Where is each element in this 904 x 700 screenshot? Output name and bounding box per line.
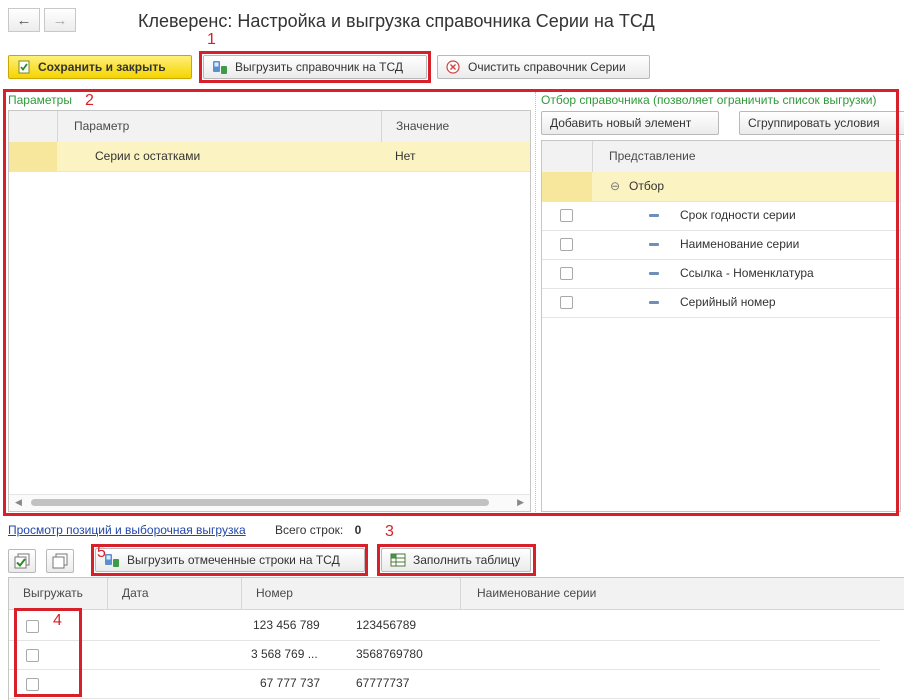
uncheck-all-icon	[52, 553, 68, 569]
total-rows-value: 0	[354, 523, 362, 537]
upload-catalog-button[interactable]: Выгрузить справочник на ТСД	[203, 55, 427, 79]
row-series-name: 3568769780	[356, 647, 423, 661]
filter-label: Отбор справочника (позволяет ограничить …	[541, 93, 877, 107]
add-element-label: Добавить новый элемент	[550, 116, 692, 130]
scroll-right-icon[interactable]: ▶	[517, 497, 524, 508]
column-header-date: Дата	[107, 578, 241, 609]
upload-device-icon	[213, 61, 227, 74]
filter-item-checkbox[interactable]	[560, 209, 573, 222]
filter-item-checkbox[interactable]	[560, 267, 573, 280]
annotation-number-5: 5	[97, 544, 106, 561]
fill-table-button[interactable]: Заполнить таблицу	[381, 548, 531, 572]
row-series-name: 123456789	[356, 618, 417, 632]
row-upload-checkbox[interactable]	[26, 649, 39, 662]
clear-icon	[446, 60, 460, 74]
save-doc-icon	[18, 60, 30, 74]
row-upload-checkbox[interactable]	[26, 678, 39, 691]
filter-item-row[interactable]: Ссылка - Номенклатура	[542, 259, 900, 289]
save-close-label: Сохранить и закрыть	[38, 60, 166, 74]
annotation-number-2: 2	[85, 92, 94, 109]
condition-dash-icon	[649, 214, 659, 217]
params-label: Параметры	[8, 93, 72, 107]
table-row[interactable]: 3 568 769 ... 3568769780	[9, 640, 880, 670]
param-name: Серии с остатками	[95, 149, 201, 163]
panel-splitter[interactable]	[535, 92, 537, 512]
clear-catalog-label: Очистить справочник Серии	[468, 60, 626, 74]
column-header-number: Номер	[241, 578, 460, 609]
filter-item-label: Серийный номер	[680, 295, 776, 309]
table-row[interactable]: 67 777 737 67777737	[9, 669, 880, 699]
filter-item-checkbox[interactable]	[560, 296, 573, 309]
window-title: Клеверенс: Настройка и выгрузка справочн…	[138, 11, 655, 31]
upload-marked-rows-button[interactable]: Выгрузить отмеченные строки на ТСД	[95, 548, 365, 572]
filter-item-label: Срок годности серии	[680, 208, 796, 222]
filter-group-label: Отбор	[629, 179, 665, 193]
column-header-param: Параметр	[57, 111, 381, 142]
params-row[interactable]: Серии с остатками Нет	[9, 142, 530, 172]
filter-item-label: Наименование серии	[680, 237, 800, 251]
column-header-series-name: Наименование серии	[460, 578, 904, 609]
row-number: 123 456 789	[253, 618, 320, 632]
fill-table-label: Заполнить таблицу	[413, 553, 521, 567]
column-header-representation: Представление	[592, 141, 900, 172]
condition-dash-icon	[649, 243, 659, 246]
filter-grid: Представление ⊖ Отбор Срок годности сери…	[541, 140, 901, 512]
save-close-button[interactable]: Сохранить и закрыть	[8, 55, 192, 79]
params-hscrollbar[interactable]: ◀ ▶	[9, 494, 530, 511]
row-number: 3 568 769 ...	[251, 647, 318, 661]
uncheck-all-button[interactable]	[46, 549, 74, 573]
arrow-left-icon: ←	[16, 11, 32, 29]
back-button[interactable]: ←	[8, 8, 40, 32]
row-series-name: 67777737	[356, 676, 410, 690]
table-row[interactable]: 123 456 789 123456789	[9, 611, 880, 641]
params-grid-header: Параметр Значение	[9, 111, 530, 143]
filter-grid-header: Представление	[542, 141, 900, 173]
filter-item-checkbox[interactable]	[560, 238, 573, 251]
clear-catalog-button[interactable]: Очистить справочник Серии	[437, 55, 650, 79]
fill-table-icon	[390, 553, 406, 567]
param-value[interactable]: Нет	[395, 142, 415, 171]
forward-button[interactable]: →	[44, 8, 76, 32]
preview-positions-link[interactable]: Просмотр позиций и выборочная выгрузка	[8, 523, 246, 537]
annotation-number-3: 3	[385, 523, 394, 540]
condition-dash-icon	[649, 272, 659, 275]
collapse-icon[interactable]: ⊖	[610, 172, 620, 201]
row-upload-checkbox[interactable]	[26, 620, 39, 633]
upload-catalog-label: Выгрузить справочник на ТСД	[235, 60, 403, 74]
condition-dash-icon	[649, 301, 659, 304]
check-all-button[interactable]	[8, 549, 36, 573]
annotation-number-1: 1	[207, 31, 216, 48]
filter-item-row[interactable]: Серийный номер	[542, 288, 900, 318]
column-header-upload: Выгружать	[23, 586, 83, 600]
upload-marked-rows-label: Выгрузить отмеченные строки на ТСД	[127, 553, 340, 567]
check-all-icon	[14, 553, 30, 569]
filter-item-row[interactable]: Срок годности серии	[542, 201, 900, 231]
arrow-right-icon: →	[52, 11, 68, 29]
filter-item-label: Ссылка - Номенклатура	[680, 266, 814, 280]
group-conditions-label: Сгруппировать условия	[748, 116, 880, 130]
group-conditions-button[interactable]: Сгруппировать условия	[739, 111, 904, 135]
annotation-number-4: 4	[53, 612, 62, 629]
upload-device-icon	[105, 554, 119, 567]
positions-table-header: Выгружать Дата Номер Наименование серии	[9, 578, 904, 610]
add-element-button[interactable]: Добавить новый элемент	[541, 111, 719, 135]
filter-group-row[interactable]: ⊖ Отбор	[542, 172, 900, 202]
positions-table: Выгружать Дата Номер Наименование серии …	[8, 577, 904, 700]
scroll-left-icon[interactable]: ◀	[15, 497, 22, 508]
filter-item-row[interactable]: Наименование серии	[542, 230, 900, 260]
total-rows-label: Всего строк:	[275, 523, 344, 537]
row-number: 67 777 737	[260, 676, 321, 690]
total-rows: Всего строк: 0	[275, 523, 361, 537]
params-grid: Параметр Значение Серии с остатками Нет …	[8, 110, 531, 512]
scroll-thumb[interactable]	[31, 499, 489, 506]
column-header-value: Значение	[381, 111, 530, 142]
